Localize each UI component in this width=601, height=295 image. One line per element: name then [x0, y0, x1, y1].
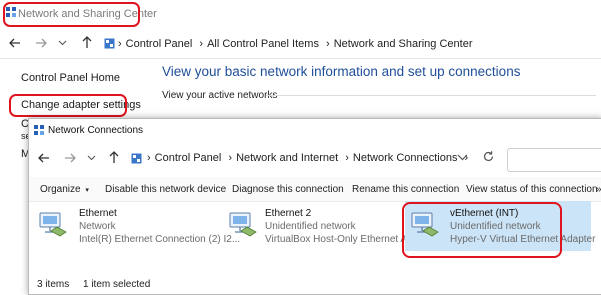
control-panel-icon [131, 153, 142, 164]
back-arrow-icon[interactable] [8, 36, 22, 50]
title-highlight-ring [3, 2, 140, 27]
dropdown-caret-icon: ▾ [85, 187, 89, 194]
refresh-icon[interactable] [482, 150, 495, 163]
breadcrumb: › Control Panel › Network and Internet › Ne… [147, 152, 469, 164]
item-count: 3 items [37, 279, 70, 290]
breadcrumb-item[interactable]: Control Panel [155, 152, 222, 164]
control-panel-home-link[interactable]: Control Panel Home [21, 72, 120, 84]
network-adapter-icon [37, 208, 69, 240]
address-path[interactable]: › Control Panel › Network and Internet › Ne… [147, 149, 497, 169]
chevron-down-icon[interactable] [457, 153, 468, 162]
view-status-button[interactable]: View status of this connection [466, 184, 598, 195]
breadcrumb: › Control Panel › All Control Panel Items … [118, 38, 473, 50]
recent-dropdown-icon[interactable] [58, 38, 67, 47]
network-connections-icon [33, 124, 45, 136]
item-name: Ethernet 2 [265, 208, 312, 219]
back-arrow-icon[interactable] [37, 151, 51, 165]
network-connections-window: Network Connections › Control Panel › Netw… [28, 118, 601, 295]
more-options-icon[interactable]: » [596, 184, 601, 195]
search-input[interactable] [507, 148, 601, 172]
control-panel-icon [104, 38, 115, 49]
up-arrow-icon[interactable] [80, 35, 94, 49]
item-status: Unidentified network [265, 221, 356, 232]
item-name: Ethernet [79, 208, 117, 219]
selected-item-highlight-ring [402, 202, 562, 258]
address-bar: › Control Panel › Network and Internet › Ne… [29, 143, 601, 173]
diagnose-button[interactable]: Diagnose this connection [232, 184, 344, 195]
breadcrumb-item[interactable]: Network and Internet [236, 152, 338, 164]
forward-arrow-icon[interactable] [63, 151, 77, 165]
forward-arrow-icon[interactable] [34, 36, 48, 50]
up-arrow-icon[interactable] [107, 150, 121, 164]
network-adapter-icon [227, 208, 259, 240]
breadcrumb-item[interactable]: All Control Panel Items [207, 38, 319, 50]
item-adapter: Intel(R) Ethernet Connection (2) I2... [79, 234, 241, 245]
selection-count: 1 item selected [83, 279, 151, 290]
command-bar: Organize ▾ Disable this network device D… [29, 177, 601, 202]
disable-device-button[interactable]: Disable this network device [105, 184, 226, 195]
window-title: Network Connections [48, 125, 144, 136]
page-heading: View your basic network information and … [162, 64, 521, 79]
breadcrumb-item[interactable]: Network and Sharing Center [334, 38, 473, 50]
connections-list: Ethernet Network Intel(R) Ethernet Conne… [29, 201, 601, 272]
breadcrumb-item[interactable]: Network Connections [353, 152, 458, 164]
status-bar: 3 items 1 item selected [29, 272, 601, 294]
breadcrumb-item[interactable]: Control Panel [126, 38, 193, 50]
organize-button[interactable]: Organize ▾ [40, 184, 89, 195]
item-adapter: VirtualBox Host-Only Ethernet Ad... [265, 234, 422, 245]
rename-button[interactable]: Rename this connection [352, 184, 459, 195]
divider [0, 58, 601, 59]
title-bar: Network Connections [29, 119, 601, 141]
item-status: Network [79, 221, 116, 232]
list-item[interactable]: Ethernet 2 Unidentified network VirtualB… [219, 202, 421, 252]
list-item[interactable]: Ethernet Network Intel(R) Ethernet Conne… [29, 202, 240, 252]
change-adapter-highlight-ring [9, 94, 127, 117]
divider [266, 95, 596, 96]
recent-dropdown-icon[interactable] [87, 153, 96, 162]
section-subheading: View your active networks [162, 90, 278, 101]
